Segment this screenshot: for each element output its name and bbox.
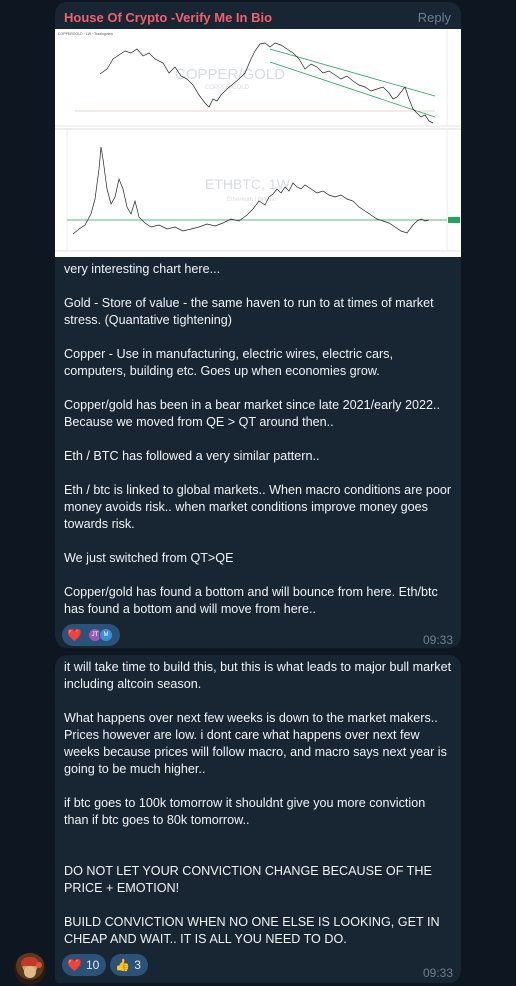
reaction-heart[interactable]: ❤️ 10 bbox=[62, 954, 107, 976]
chart-image[interactable]: COPPERGOLD · 1W · Tradingview COPPER/GOL… bbox=[55, 29, 461, 257]
message-time: 09:33 bbox=[422, 966, 453, 980]
message-bubble[interactable]: it will take time to build this, but thi… bbox=[55, 655, 461, 983]
reply-button[interactable]: Reply bbox=[418, 10, 451, 25]
reactor-avatars: JT M bbox=[87, 628, 113, 642]
sender-name[interactable]: House Of Crypto -Verify Me In Bio bbox=[64, 10, 272, 25]
chart-top-symbol: COPPERGOLD · 1W · Tradingview bbox=[58, 32, 113, 36]
heart-icon: ❤️ bbox=[67, 958, 82, 972]
message-text: very interesting chart here... Gold - St… bbox=[64, 262, 452, 616]
reaction-count: 3 bbox=[134, 958, 141, 972]
chart-top-subwatermark: COPPER/GOLD bbox=[205, 85, 250, 91]
thumbs-up-icon: 👍 bbox=[115, 958, 131, 972]
reactions-bar: ❤️ JT M bbox=[62, 624, 120, 646]
message-time: 09:33 bbox=[422, 633, 453, 647]
reaction-heart[interactable]: ❤️ JT M bbox=[62, 624, 120, 646]
chart-top-watermark: COPPER/GOLD bbox=[175, 66, 285, 83]
message-text: it will take time to build this, but thi… bbox=[64, 660, 452, 946]
message-bubble[interactable]: House Of Crypto -Verify Me In Bio Reply … bbox=[55, 2, 461, 648]
reactions-bar: ❤️ 10 👍 3 bbox=[62, 954, 148, 976]
sender-avatar[interactable] bbox=[14, 953, 46, 985]
reactor-avatar: M bbox=[98, 628, 113, 642]
heart-icon: ❤️ bbox=[67, 628, 82, 642]
reaction-count: 10 bbox=[85, 958, 100, 972]
reaction-thumbs-up[interactable]: 👍 3 bbox=[110, 954, 148, 976]
